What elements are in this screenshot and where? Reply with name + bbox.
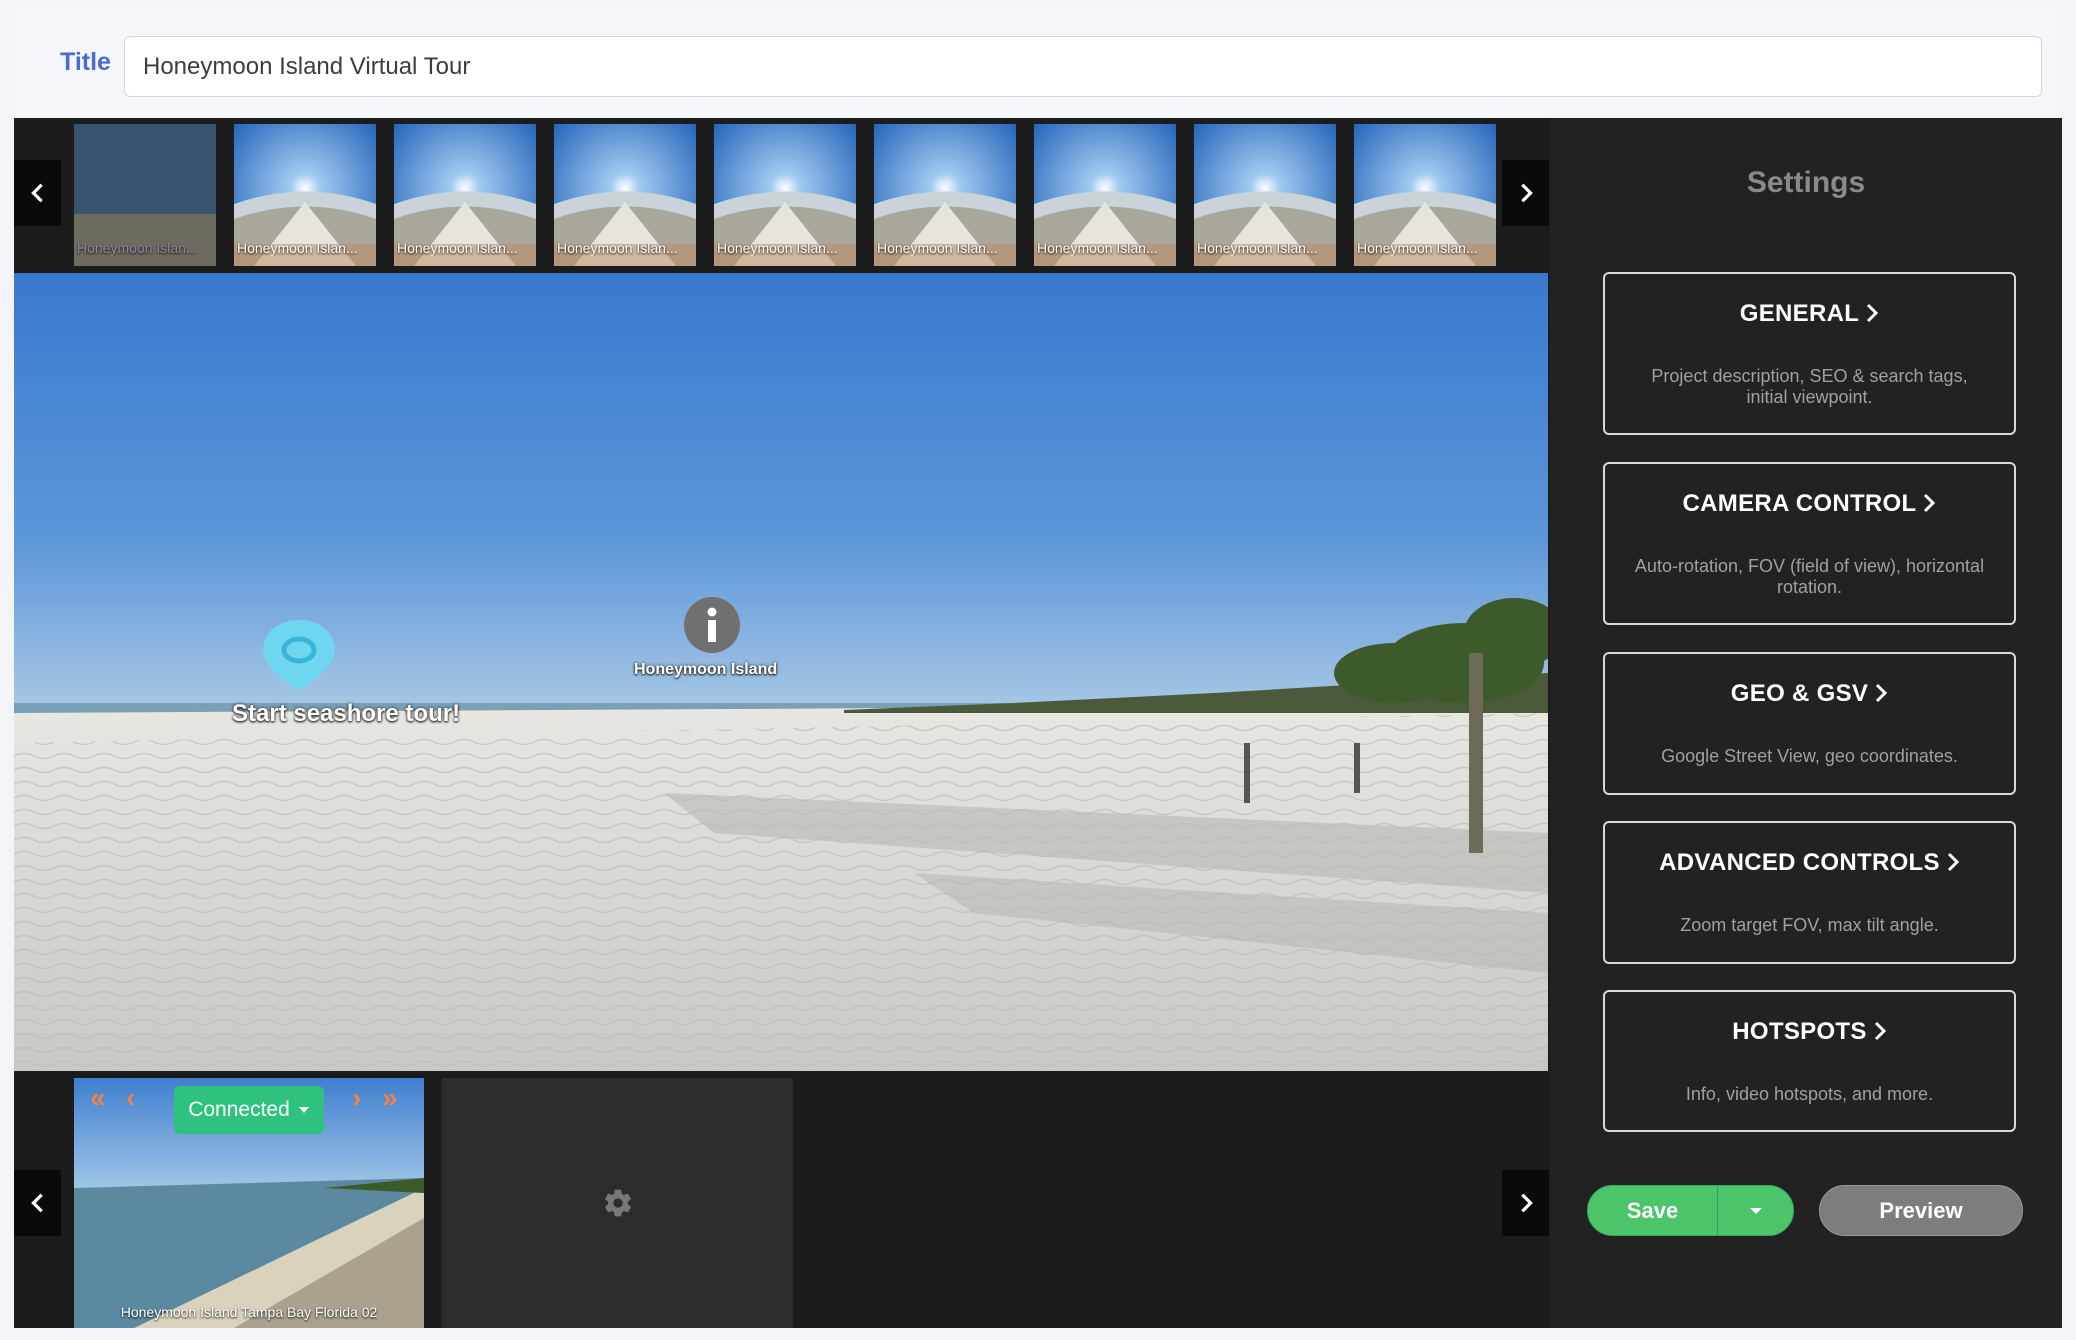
chevron-right-icon — [1867, 303, 1879, 323]
scene-thumbnail-8[interactable]: Honeymoon Islan... — [1194, 124, 1336, 266]
scene-thumbnail-2[interactable]: Honeymoon Islan... — [234, 124, 376, 266]
settings-card-description: Project description, SEO & search tags, … — [1651, 366, 1968, 407]
thumbnail-label: Honeymoon Islan... — [1197, 240, 1318, 256]
settings-card-description: Info, video hotspots, and more. — [1685, 1084, 1934, 1104]
info-icon — [684, 597, 740, 653]
chevron-left-icon — [30, 183, 43, 203]
chevron-right-icon — [1876, 683, 1888, 703]
panorama-image — [14, 273, 1548, 1071]
scenes-next-arrow[interactable] — [1502, 1170, 1549, 1236]
thumbnail-label: Honeymoon Islan... — [557, 240, 678, 256]
thumbnail-label: Honeymoon Islan... — [77, 240, 198, 256]
title-label: Title — [60, 48, 111, 76]
settings-card-heading: CAMERA CONTROL — [1682, 490, 1917, 517]
settings-card-heading: ADVANCED CONTROLS — [1659, 849, 1940, 876]
settings-card-heading: GEO & GSV — [1730, 680, 1869, 707]
chevron-left-icon — [30, 1193, 43, 1213]
settings-card-heading-row: CAMERA CONTROL — [1605, 490, 2014, 518]
scene-thumbnail-7[interactable]: Honeymoon Islan... — [1034, 124, 1176, 266]
thumbs-prev-arrow[interactable] — [14, 160, 61, 226]
move-last-icon[interactable]: » — [382, 1082, 398, 1114]
thumbnail-label: Honeymoon Islan... — [877, 240, 998, 256]
thumbs-next-arrow[interactable] — [1502, 160, 1549, 226]
settings-card-heading-row: ADVANCED CONTROLS — [1605, 849, 2014, 877]
connected-label: Connected — [188, 1098, 290, 1121]
settings-card-heading: HOTSPOTS — [1732, 1018, 1867, 1045]
settings-card-description: Google Street View, geo coordinates. — [1661, 746, 1958, 766]
move-right-icon[interactable]: › — [352, 1082, 361, 1114]
move-first-icon[interactable]: « — [90, 1082, 106, 1114]
scene-thumbnail-4[interactable]: Honeymoon Islan... — [554, 124, 696, 266]
chevron-right-icon — [1874, 1021, 1886, 1041]
scene-caption: Honeymoon Island Tampa Bay Florida 02 — [120, 1304, 378, 1320]
empty-scene-slot[interactable] — [442, 1078, 793, 1328]
settings-card-description: Auto-rotation, FOV (field of view), hori… — [1634, 556, 1985, 597]
settings-card-heading-row: GENERAL — [1605, 300, 2014, 328]
settings-card-geo-gsv[interactable]: GEO & GSV Google Street View, geo coordin… — [1603, 652, 2016, 795]
caret-down-icon — [1749, 1207, 1762, 1214]
chevron-right-icon — [1520, 183, 1533, 203]
settings-card-camera-control[interactable]: CAMERA CONTROL Auto-rotation, FOV (field … — [1603, 462, 2016, 625]
connected-dropdown[interactable]: Connected — [174, 1086, 324, 1134]
chevron-right-icon — [1947, 852, 1959, 872]
panorama-viewer[interactable]: Start seashore tour! Honeymoon Island — [14, 273, 1548, 1071]
scene-thumbnail-5[interactable]: Honeymoon Islan... — [714, 124, 856, 266]
thumbnail-label: Honeymoon Islan... — [1357, 240, 1478, 256]
title-bar: Title Honeymoon Island Virtual Tour — [14, 6, 2062, 118]
settings-card-advanced-controls[interactable]: ADVANCED CONTROLS Zoom target FOV, max ti… — [1603, 821, 2016, 964]
chevron-right-icon — [1520, 1193, 1533, 1213]
title-input[interactable]: Honeymoon Island Virtual Tour — [124, 36, 2042, 97]
settings-card-hotspots[interactable]: HOTSPOTS Info, video hotspots, and more. — [1603, 990, 2016, 1132]
save-options-toggle[interactable] — [1718, 1186, 1793, 1235]
thumbnail-label: Honeymoon Islan... — [397, 240, 518, 256]
scene-thumbnail-6[interactable]: Honeymoon Islan... — [874, 124, 1016, 266]
tour-hotspot-label: Start seashore tour! — [232, 700, 461, 727]
scene-thumbnail-9[interactable]: Honeymoon Islan... — [1354, 124, 1496, 266]
settings-card-description: Zoom target FOV, max tilt angle. — [1680, 915, 1939, 935]
thumbnail-label: Honeymoon Islan... — [1037, 240, 1158, 256]
save-button-group: Save — [1587, 1185, 1794, 1236]
move-left-icon[interactable]: ‹ — [126, 1082, 135, 1114]
settings-card-heading: GENERAL — [1739, 300, 1860, 327]
info-hotspot-label: Honeymoon Island — [634, 661, 778, 678]
settings-title: Settings — [1746, 166, 1866, 199]
scene-thumbnail-1[interactable]: Honeymoon Islan... — [74, 124, 216, 266]
scene-thumbnail-3[interactable]: Honeymoon Islan... — [394, 124, 536, 266]
save-button[interactable]: Save — [1588, 1186, 1718, 1235]
gear-icon[interactable] — [602, 1187, 634, 1219]
thumbnail-label: Honeymoon Islan... — [237, 240, 358, 256]
tour-hotspot[interactable] — [259, 618, 339, 693]
chevron-right-icon — [1924, 493, 1936, 513]
location-pin-icon — [263, 620, 335, 690]
preview-button[interactable]: Preview — [1819, 1185, 2023, 1236]
info-hotspot[interactable] — [682, 595, 742, 655]
caret-down-icon — [298, 1107, 309, 1113]
settings-card-heading-row: GEO & GSV — [1605, 680, 2014, 708]
settings-card-general[interactable]: GENERAL Project description, SEO & search… — [1603, 272, 2016, 435]
thumbnail-label: Honeymoon Islan... — [717, 240, 838, 256]
settings-card-heading-row: HOTSPOTS — [1605, 1018, 2014, 1046]
scenes-prev-arrow[interactable] — [14, 1170, 61, 1236]
